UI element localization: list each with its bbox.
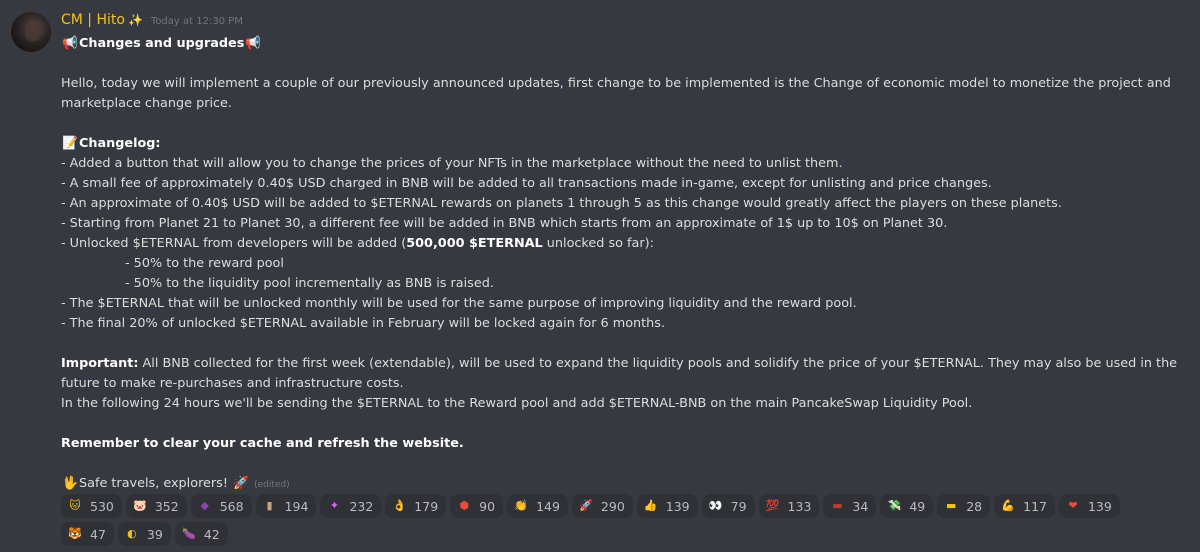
unlock-prefix: - Unlocked $ETERNAL from developers will… xyxy=(61,236,407,251)
reaction-ok-hand[interactable]: 👌 179 xyxy=(385,494,447,518)
reaction-count: 352 xyxy=(154,498,179,514)
edited-label: (edited) xyxy=(254,480,290,490)
changelog-item: - Added a button that will allow you to … xyxy=(61,156,843,171)
planet-icon: ✦ xyxy=(329,499,340,512)
reaction-count: 139 xyxy=(665,498,690,514)
heart-icon: ❤ xyxy=(1068,499,1078,512)
scroll-icon: ▮ xyxy=(266,499,273,512)
reaction-count: 232 xyxy=(349,498,374,514)
intro-paragraph: Hello, today we will implement a couple … xyxy=(61,76,1171,111)
changelog-item: - An approximate of 0.40$ USD will be ad… xyxy=(61,196,1062,211)
reaction-count: 194 xyxy=(284,498,309,514)
eyes-icon: 👀 xyxy=(708,499,723,512)
reaction-count: 42 xyxy=(203,526,220,542)
pig-icon: 🐷 xyxy=(133,499,147,512)
reminder-text: Remember to clear your cache and refresh… xyxy=(61,436,464,451)
reaction-count: 568 xyxy=(219,498,244,514)
reaction-count: 47 xyxy=(90,526,106,542)
reaction-count: 79 xyxy=(730,498,747,514)
important-paragraph: Important: All BNB collected for the fir… xyxy=(61,354,1186,394)
changelog-item: - The $ETERNAL that will be unlocked mon… xyxy=(61,296,857,311)
reaction-count: 149 xyxy=(536,498,560,514)
message-header: CM | Hito ✨ Today at 12:30 PM xyxy=(61,12,1186,34)
reaction-cat[interactable]: 🐱 530 xyxy=(61,494,122,518)
money-wings-icon: 💸 xyxy=(887,499,902,512)
message-content: CM | Hito ✨ Today at 12:30 PM 📢Changes a… xyxy=(61,12,1186,495)
reaction-clap[interactable]: 👏 149 xyxy=(507,494,568,518)
changelog-title: Changelog: xyxy=(79,136,161,151)
vulcan-salute-icon: 🖖 xyxy=(62,476,78,491)
message-timestamp[interactable]: Today at 12:30 PM xyxy=(151,16,243,27)
unlock-amount: 500,000 $ETERNAL xyxy=(406,236,543,251)
reaction-count: 133 xyxy=(787,498,812,514)
reaction-muscle[interactable]: 💪 117 xyxy=(994,494,1055,518)
memo-icon: 📝 xyxy=(62,136,78,151)
clap-icon: 👏 xyxy=(514,499,528,512)
reaction-count: 139 xyxy=(1087,498,1112,514)
reaction-eyes[interactable]: 👀 79 xyxy=(701,494,755,518)
reaction-crystal[interactable]: ◆ 568 xyxy=(190,494,252,518)
changelog-subitem: - 50% to the liquidity pool incrementall… xyxy=(125,276,494,291)
reaction-flag-costa-rica[interactable]: ▬ 34 xyxy=(823,494,877,518)
cat-icon: 🐱 xyxy=(69,499,81,512)
signoff-text: Safe travels, explorers! xyxy=(79,476,228,491)
reaction-count: 28 xyxy=(966,498,983,514)
reaction-flag-ecuador[interactable]: ▬ 28 xyxy=(937,494,991,518)
reaction-eggplant[interactable]: 🍆 42 xyxy=(174,522,228,546)
reactions-bar: 🐱 530 🐷 352 ◆ 568 ▮ 194 ✦ 232 👌 179 ⬢ 90 👏 149 🚀 290 👍 139 👀… xyxy=(61,494,1171,550)
reaction-count: 90 xyxy=(479,498,496,514)
tiger-icon: 🐯 xyxy=(68,527,82,540)
following-paragraph: In the following 24 hours we'll be sendi… xyxy=(61,396,973,411)
reaction-count: 117 xyxy=(1023,498,1047,514)
avatar[interactable] xyxy=(11,12,51,52)
shield-emblem-icon: ⬢ xyxy=(459,499,469,512)
reaction-count: 34 xyxy=(852,498,869,514)
reaction-heart[interactable]: ❤ 139 xyxy=(1058,494,1120,518)
thumbs-up-icon: 👍 xyxy=(643,499,658,512)
message-title-line: 📢Changes and upgrades📢 xyxy=(61,34,1186,54)
changelog-item: - A small fee of approximately 0.40$ USD… xyxy=(61,176,992,191)
eggplant-icon: 🍆 xyxy=(181,527,196,540)
reaction-coin[interactable]: ◐ 39 xyxy=(117,522,171,546)
changelog-item: - Starting from Planet 21 to Planet 30, … xyxy=(61,216,948,231)
reaction-rocket[interactable]: 🚀 290 xyxy=(571,494,633,518)
unlock-suffix: unlocked so far): xyxy=(542,236,654,251)
changelog-item-unlock: - Unlocked $ETERNAL from developers will… xyxy=(61,234,1186,254)
reaction-thumbs-up[interactable]: 👍 139 xyxy=(636,494,698,518)
important-label: Important: xyxy=(61,356,139,371)
author-badge-icon: ✨ xyxy=(127,13,143,27)
reaction-pig[interactable]: 🐷 352 xyxy=(125,494,187,518)
reaction-count: 39 xyxy=(146,526,163,542)
megaphone-icon: 📢 xyxy=(245,36,262,51)
reaction-planet[interactable]: ✦ 232 xyxy=(320,494,382,518)
reaction-money-wings[interactable]: 💸 49 xyxy=(880,494,934,518)
reaction-count: 290 xyxy=(600,498,625,514)
reaction-hundred[interactable]: 💯 133 xyxy=(758,494,820,518)
reaction-count: 49 xyxy=(909,498,926,514)
rocket-icon: 🚀 xyxy=(233,476,250,491)
author-name[interactable]: CM | Hito xyxy=(61,12,125,28)
changelog-subitem: - 50% to the reward pool xyxy=(125,256,284,271)
coin-icon: ◐ xyxy=(127,527,137,540)
changelog-item: - The final 20% of unlocked $ETERNAL ava… xyxy=(61,316,666,331)
flag-ecuador-icon: ▬ xyxy=(946,499,957,512)
important-text: All BNB collected for the first week (ex… xyxy=(61,356,1178,391)
message-title: Changes and upgrades xyxy=(79,36,245,51)
signoff-line: 🖖Safe travels, explorers! 🚀 (edited) xyxy=(61,474,1186,495)
reaction-tiger[interactable]: 🐯 47 xyxy=(61,522,114,546)
crystal-icon: ◆ xyxy=(200,499,209,512)
reaction-count: 179 xyxy=(414,498,439,514)
changelog-heading: 📝Changelog: xyxy=(61,134,1186,154)
megaphone-icon: 📢 xyxy=(62,36,78,51)
reaction-scroll[interactable]: ▮ 194 xyxy=(255,494,317,518)
rocket-icon: 🚀 xyxy=(579,499,593,512)
ok-hand-icon: 👌 xyxy=(392,499,407,512)
reaction-count: 530 xyxy=(90,498,114,514)
muscle-icon: 💪 xyxy=(1001,499,1015,512)
reaction-shield-emblem[interactable]: ⬢ 90 xyxy=(450,494,504,518)
flag-costa-rica-icon: ▬ xyxy=(832,499,843,512)
hundred-icon: 💯 xyxy=(765,499,780,512)
